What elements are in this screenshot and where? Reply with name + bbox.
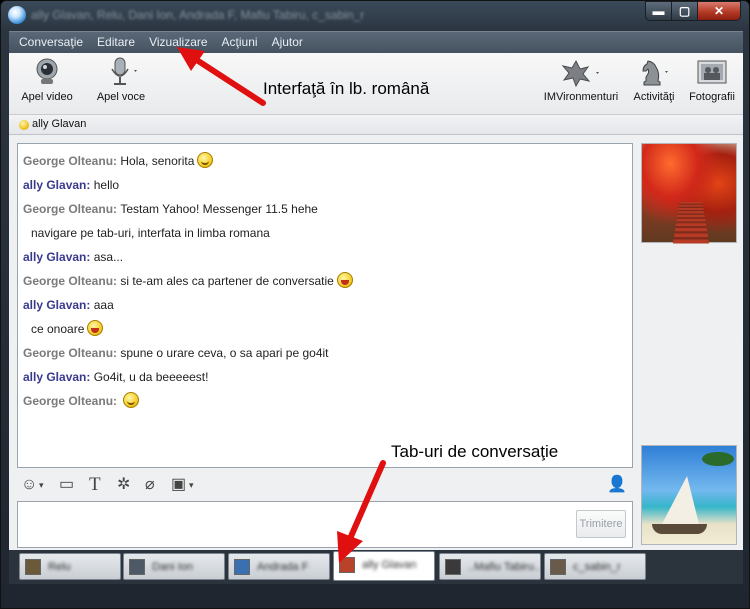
minimize-button[interactable]: ▬ bbox=[645, 1, 672, 21]
wink-emoticon-icon bbox=[123, 392, 140, 408]
message-text: si te-am ales ca partener de conversatie bbox=[120, 274, 334, 288]
tab-avatar-icon bbox=[129, 559, 145, 575]
formatting-toolbar: ☺ ▾ ▭ T ✲ ⌀ ▣ ▾ 👤 bbox=[17, 473, 633, 497]
conversation-tab[interactable]: ..Mafiu Tabiru.. bbox=[439, 553, 541, 580]
insert-dropdown-icon[interactable]: ▾ bbox=[189, 475, 194, 495]
message-sender: ally Glavan bbox=[23, 298, 87, 312]
chat-message: ally Glavan: hello bbox=[23, 178, 120, 192]
own-avatar-photo bbox=[641, 445, 737, 545]
message-sender: ally Glavan bbox=[23, 250, 87, 264]
smile-emoticon-icon bbox=[197, 152, 214, 168]
voice-call-button[interactable]: Apel voce bbox=[89, 57, 153, 103]
message-text: navigare pe tab-uri, interfata in limba … bbox=[31, 226, 270, 240]
tab-avatar-icon bbox=[25, 559, 41, 575]
message-input[interactable]: Trimitere bbox=[17, 501, 633, 548]
menu-bar: Conversaţie Editare Vizualizare Acţiuni Ajut… bbox=[9, 31, 743, 53]
menu-conversatie[interactable]: Conversaţie bbox=[9, 32, 90, 53]
chat-message: ally Glavan: asa... bbox=[23, 250, 124, 264]
leaf-icon bbox=[561, 59, 599, 87]
emoticons-dropdown-icon[interactable]: ▾ bbox=[39, 475, 44, 495]
message-text: Hola, senorita bbox=[120, 154, 195, 168]
message-text: aaa bbox=[93, 298, 114, 312]
chat-message: George Olteanu: Hola, senorita bbox=[23, 150, 632, 174]
video-call-label: Apel video bbox=[21, 91, 73, 103]
contact-avatar-photo bbox=[641, 143, 737, 243]
yahoo-messenger-icon bbox=[8, 6, 26, 24]
message-sender: George Olteanu bbox=[23, 274, 114, 288]
activities-button[interactable]: Activităţi bbox=[629, 57, 679, 103]
tab-avatar-icon bbox=[234, 559, 250, 575]
webcam-icon bbox=[36, 58, 58, 84]
annotation-conversation-tabs: Tab-uri de conversaţie bbox=[391, 442, 559, 461]
settings-icon[interactable]: ✲ bbox=[117, 475, 130, 495]
chat-message: navigare pe tab-uri, interfata in limba … bbox=[23, 222, 632, 246]
annotation-arrow-menu bbox=[177, 47, 266, 106]
conversation-tab[interactable]: Relu bbox=[19, 553, 121, 580]
message-text: hello bbox=[93, 178, 120, 192]
maximize-button[interactable]: ▢ bbox=[671, 1, 698, 21]
tab-label: c_sabin_r bbox=[573, 561, 621, 573]
close-button[interactable]: ✕ bbox=[697, 1, 741, 21]
contact-bar: ally Glavan bbox=[9, 115, 743, 135]
chat-message: George Olteanu: bbox=[23, 390, 632, 414]
photos-icon bbox=[697, 60, 727, 84]
video-call-button[interactable]: Apel video bbox=[19, 57, 75, 103]
message-sender: George Olteanu bbox=[23, 202, 114, 216]
tab-avatar-icon bbox=[445, 559, 461, 575]
chat-message: George Olteanu: spune o urare ceva, o sa… bbox=[23, 346, 329, 360]
chat-message: ally Glavan: aaa bbox=[23, 298, 114, 312]
status-online-icon bbox=[19, 120, 29, 130]
add-contact-icon[interactable]: 👤 bbox=[607, 475, 627, 495]
chat-message: George Olteanu: si te-am ales ca partene… bbox=[23, 270, 632, 294]
insert-image-icon[interactable]: ▣ bbox=[171, 475, 186, 495]
title-bar[interactable]: ally Glavan, Relu, Dani Ion, Andrada F, … bbox=[1, 1, 749, 29]
message-sender: ally Glavan bbox=[23, 178, 87, 192]
imvironments-label: IMVironmenturi bbox=[543, 91, 619, 103]
message-text: Testam Yahoo! Messenger 11.5 hehe bbox=[120, 202, 318, 216]
annotation-interface-language: Interfaţă în lb. română bbox=[263, 79, 430, 98]
conversation-tab[interactable]: c_sabin_r bbox=[544, 553, 646, 580]
send-button[interactable]: Trimitere bbox=[576, 510, 626, 538]
chat-message: ally Glavan: Go4it, u da beeeeest! bbox=[23, 370, 209, 384]
message-sender: George Olteanu bbox=[23, 154, 114, 168]
attachment-icon[interactable]: ⌀ bbox=[145, 475, 155, 495]
tab-label: Andrada F bbox=[257, 561, 309, 573]
message-sender: ally Glavan bbox=[23, 370, 87, 384]
microphone-icon bbox=[111, 57, 137, 85]
tab-label: Dani Ion bbox=[152, 561, 193, 573]
tab-label: ..Mafiu Tabiru.. bbox=[468, 561, 540, 573]
contact-name[interactable]: ally Glavan bbox=[32, 118, 86, 130]
conversation-tab[interactable]: Andrada F bbox=[228, 553, 330, 580]
emoticons-icon[interactable]: ☺ bbox=[21, 475, 37, 495]
activities-label: Activităţi bbox=[633, 91, 675, 103]
message-text: spune o urare ceva, o sa apari pe go4it bbox=[120, 346, 329, 360]
message-text: ce onoare bbox=[31, 322, 85, 336]
voice-call-label: Apel voce bbox=[96, 91, 146, 103]
photos-label: Fotografii bbox=[689, 91, 735, 103]
chat-history[interactable]: George Olteanu: Hola, senorita ally Glava… bbox=[17, 143, 633, 468]
tab-avatar-icon bbox=[550, 559, 566, 575]
message-sender: George Olteanu bbox=[23, 346, 114, 360]
text-format-icon[interactable]: T bbox=[89, 475, 101, 495]
message-sender: George Olteanu bbox=[23, 394, 114, 408]
tab-label: Relu bbox=[48, 561, 71, 573]
conversation-tab[interactable]: Dani Ion bbox=[123, 553, 225, 580]
speech-bubble-icon[interactable]: ▭ bbox=[59, 475, 74, 495]
message-text: asa... bbox=[93, 250, 124, 264]
message-text: Go4it, u da beeeeest! bbox=[93, 370, 209, 384]
window-title: ally Glavan, Relu, Dani Ion, Andrada F, … bbox=[31, 8, 365, 22]
messenger-window: ally Glavan, Relu, Dani Ion, Andrada F, … bbox=[0, 0, 750, 609]
annotation-arrow-tabs bbox=[337, 460, 386, 563]
imvironments-button[interactable]: IMVironmenturi bbox=[542, 57, 620, 103]
laugh-emoticon-icon bbox=[336, 272, 353, 288]
menu-ajutor[interactable]: Ajutor bbox=[265, 32, 310, 53]
photos-button[interactable]: Fotografii bbox=[685, 57, 739, 103]
chat-message: George Olteanu: Testam Yahoo! Messenger … bbox=[23, 202, 318, 216]
laugh-emoticon-icon bbox=[87, 320, 104, 336]
chat-message: ce onoare bbox=[23, 318, 632, 342]
menu-editare[interactable]: Editare bbox=[90, 32, 142, 53]
chess-knight-icon bbox=[642, 60, 668, 86]
